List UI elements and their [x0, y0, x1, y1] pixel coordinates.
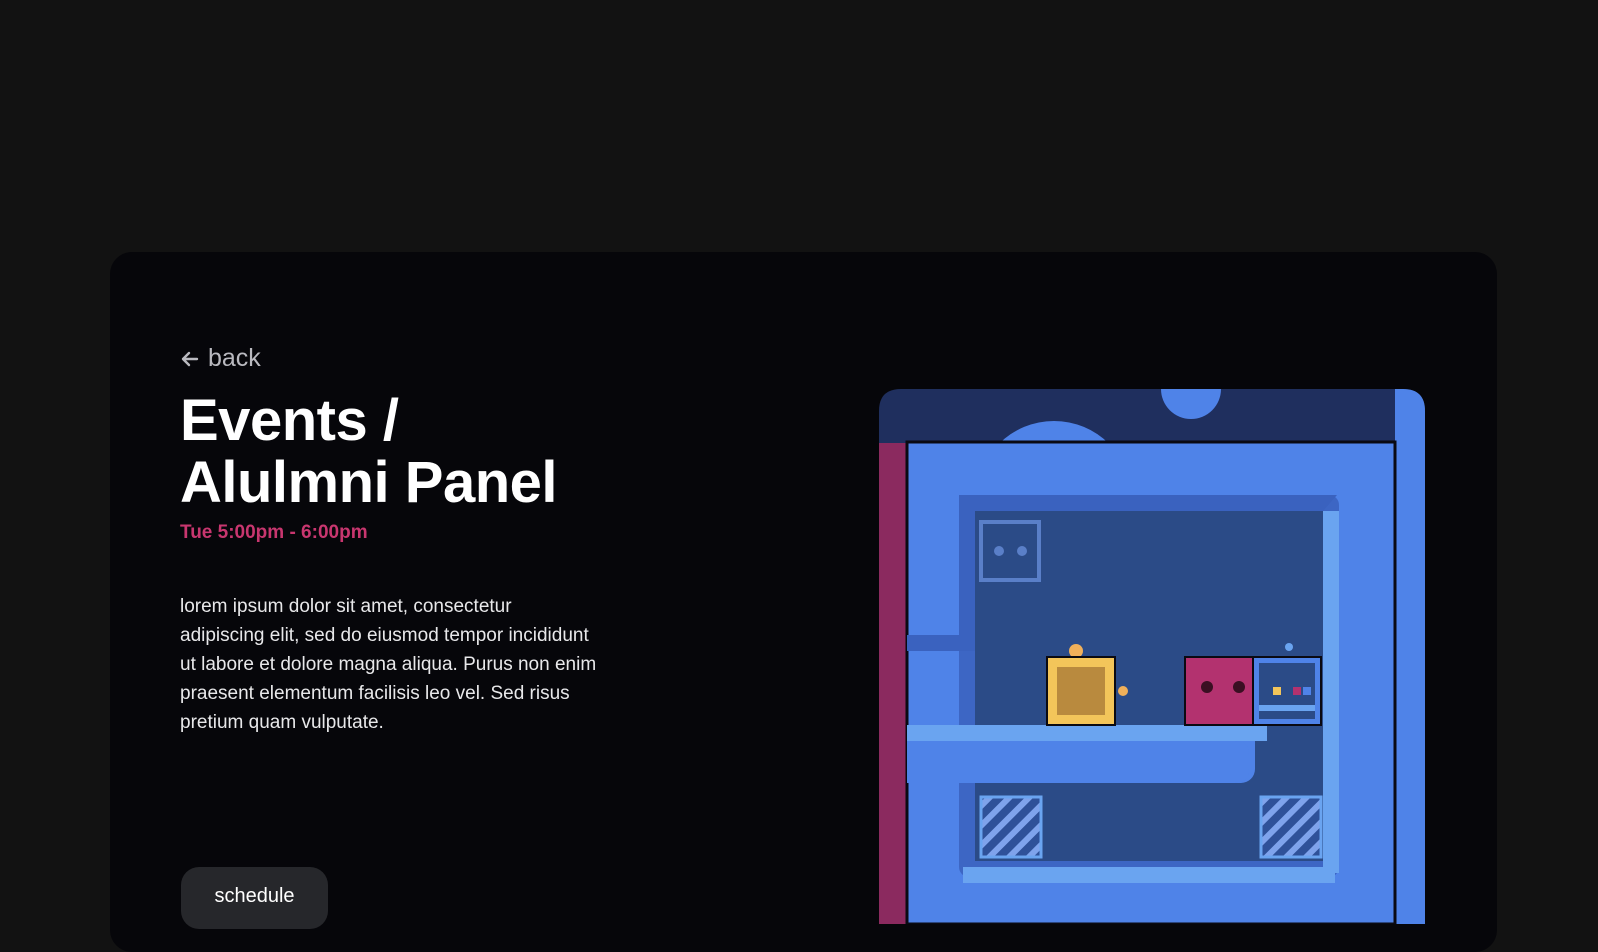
schedule-button[interactable]: schedule — [181, 867, 328, 929]
back-label: back — [208, 344, 261, 372]
game-illustration — [879, 389, 1425, 924]
event-time: Tue 5:00pm - 6:00pm — [180, 522, 368, 543]
title-line-2: Alulmni Panel — [180, 450, 558, 515]
title-line-1: Events / — [180, 388, 399, 453]
event-description: lorem ipsum dolor sit amet, consectetur … — [180, 596, 597, 733]
back-link[interactable]: back — [180, 344, 261, 373]
page-title: Events / Alulmni Panel — [180, 388, 558, 515]
arrow-left-icon — [180, 349, 200, 369]
